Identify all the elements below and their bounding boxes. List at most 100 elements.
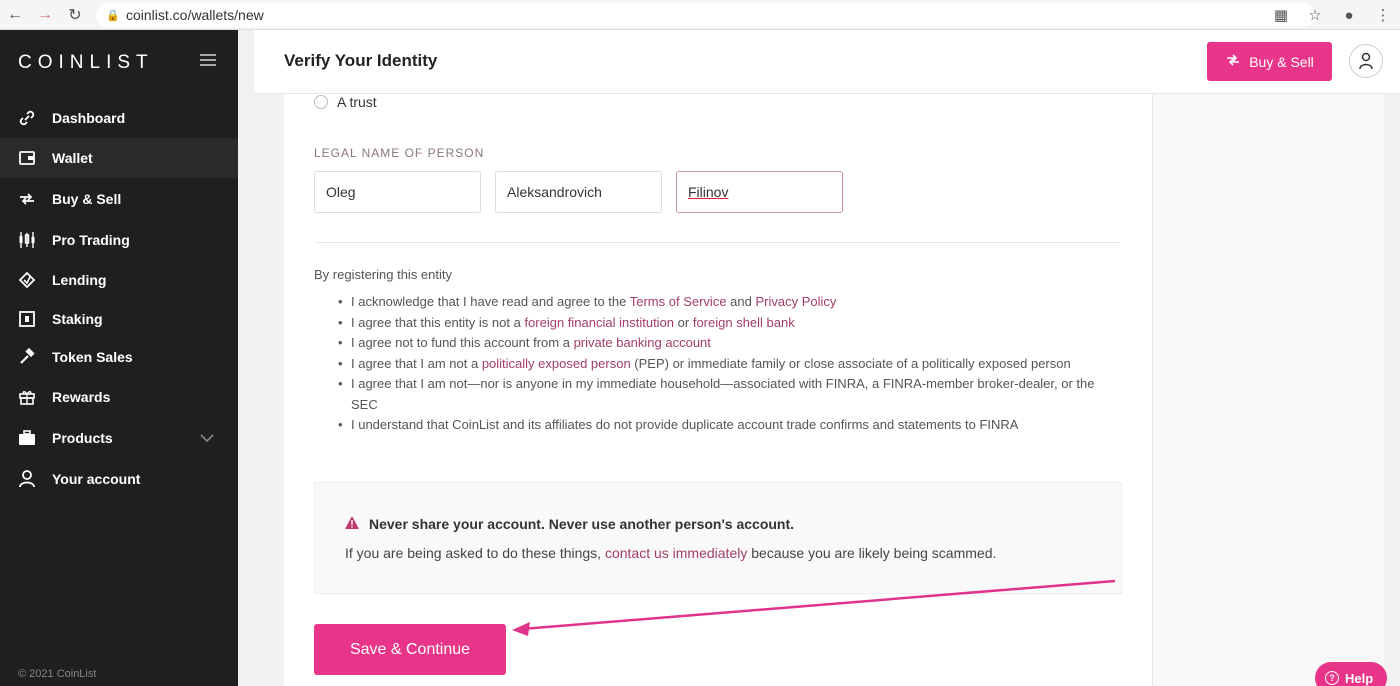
foreign-shell-bank-link[interactable]: foreign shell bank [693,315,795,330]
divider [314,242,1120,243]
link-icon [16,107,38,129]
qr-code-icon[interactable]: ▦ [1264,6,1298,24]
middle-name-value: Aleksandrovich [507,184,602,200]
list-item: I agree that this entity is not a foreig… [314,313,1120,334]
wallet-icon [16,147,38,169]
buy-sell-button[interactable]: Buy & Sell [1207,42,1332,81]
chevron-down-icon[interactable] [200,430,214,446]
term-text: I agree that I am not—nor is anyone in m… [351,376,1095,412]
sidebar-item-rewards[interactable]: Rewards [0,377,238,417]
gift-icon [16,386,38,408]
sidebar-item-label: Your account [52,471,141,487]
help-label: Help [1345,670,1374,686]
browser-toolbar: ← → ↻ 🔒 coinlist.co/wallets/new ▦ ☆ ● ⋮ [0,0,1400,30]
hammer-icon [16,346,38,368]
sidebar-item-lending[interactable]: Lending [0,260,238,300]
sidebar-item-label: Pro Trading [52,232,130,248]
profile-icon[interactable]: ● [1332,7,1366,24]
bookmark-star-icon[interactable]: ☆ [1298,6,1332,24]
url-text: coinlist.co/wallets/new [126,7,264,23]
last-name-value: Filinov [688,184,729,200]
list-item: I understand that CoinList and its affil… [314,415,1120,436]
candlestick-icon [16,229,38,251]
sidebar-item-label: Buy & Sell [52,191,122,207]
warning-triangle-icon [345,516,359,532]
lending-icon [16,269,38,291]
warning-title-text: Never share your account. Never use anot… [369,516,795,532]
first-name-field[interactable]: Oleg [314,171,481,213]
terms-of-service-link[interactable]: Terms of Service [630,294,727,309]
list-item: I agree that I am not a politically expo… [314,354,1120,375]
hamburger-menu-icon[interactable] [200,54,216,69]
privacy-policy-link[interactable]: Privacy Policy [755,294,836,309]
sidebar-item-wallet[interactable]: Wallet [0,138,238,178]
private-banking-account-link[interactable]: private banking account [574,335,711,350]
verify-identity-form: A trust LEGAL NAME OF PERSON Oleg Aleksa… [284,94,1152,686]
legal-name-label: LEGAL NAME OF PERSON [314,146,485,160]
sidebar-item-label: Wallet [52,150,93,166]
term-text: or [674,314,693,330]
menu-dots-icon[interactable]: ⋮ [1366,6,1400,24]
sidebar-item-buy-sell[interactable]: Buy & Sell [0,179,238,219]
warning-text-after: because you are likely being scammed. [747,545,997,561]
term-text: I agree that this entity is not a [351,314,525,330]
address-bar[interactable]: 🔒 coinlist.co/wallets/new [96,3,1316,27]
transfer-icon [1225,52,1241,71]
buy-sell-label: Buy & Sell [1249,53,1314,70]
term-text: I agree not to fund this account from a [351,335,574,350]
first-name-value: Oleg [326,184,356,200]
term-text: I understand that CoinList and its affil… [351,417,1019,432]
radio-label: A trust [337,94,377,110]
reload-icon[interactable]: ↻ [60,0,90,30]
lock-icon: 🔒 [106,10,120,22]
term-text: I acknowledge that I have read and agree… [351,294,630,309]
avatar[interactable] [1349,44,1383,78]
page-title: Verify Your Identity [284,51,438,70]
question-icon: ? [1325,671,1339,685]
warning-text-before: If you are being asked to do these thing… [345,545,605,561]
warning-title: Never share your account. Never use anot… [345,516,794,532]
right-panel [1152,94,1384,686]
sidebar-item-label: Products [52,430,113,446]
back-arrow-icon[interactable]: ← [0,0,30,30]
list-item: I agree not to fund this account from a … [314,333,1120,354]
user-icon [16,468,38,490]
last-name-field[interactable]: Filinov [676,171,843,213]
help-button[interactable]: ? Help [1315,662,1387,686]
sidebar-item-pro-trading[interactable]: Pro Trading [0,220,238,260]
list-item: I agree that I am not—nor is anyone in m… [314,374,1120,415]
term-text: I agree that I am not a [351,355,482,371]
sidebar-item-staking[interactable]: Staking [0,299,238,339]
warning-text: If you are being asked to do these thing… [345,545,996,561]
sidebar-item-your-account[interactable]: Your account [0,459,238,499]
sidebar-item-products[interactable]: Products [0,418,238,458]
sidebar-item-dashboard[interactable]: Dashboard [0,98,238,138]
contact-us-link[interactable]: contact us immediately [605,545,747,561]
sidebar-item-token-sales[interactable]: Token Sales [0,337,238,377]
briefcase-icon [16,427,38,449]
sidebar-item-label: Token Sales [52,349,133,365]
term-text: (PEP) or immediate family or close assoc… [630,355,1071,371]
gutter [238,30,254,686]
save-continue-button[interactable]: Save & Continue [314,624,506,675]
scam-warning-box: Never share your account. Never use anot… [314,482,1122,594]
terms-intro: By registering this entity [314,267,453,282]
forward-arrow-icon[interactable]: → [30,0,60,30]
sidebar-item-label: Rewards [52,389,111,405]
sidebar-item-label: Dashboard [52,110,126,126]
radio-option-trust[interactable]: A trust [314,94,377,110]
sidebar-item-label: Staking [52,311,103,327]
politically-exposed-person-link[interactable]: politically exposed person [482,356,631,371]
copyright-text: © 2021 CoinList [18,668,97,680]
sidebar-item-label: Lending [52,272,107,288]
sidebar: COINLIST Dashboard Wallet Buy & Sell Pro… [0,30,238,686]
coinlist-logo[interactable]: COINLIST [18,52,154,74]
radio-button[interactable] [314,95,328,109]
middle-name-field[interactable]: Aleksandrovich [495,171,662,213]
term-text: and [726,294,756,309]
terms-list: I acknowledge that I have read and agree… [314,292,1120,436]
list-item: I acknowledge that I have read and agree… [314,292,1120,313]
foreign-financial-institution-link[interactable]: foreign financial institution [524,315,674,330]
page-header: Verify Your Identity Buy & Sell [254,30,1400,94]
staking-icon [16,308,38,330]
